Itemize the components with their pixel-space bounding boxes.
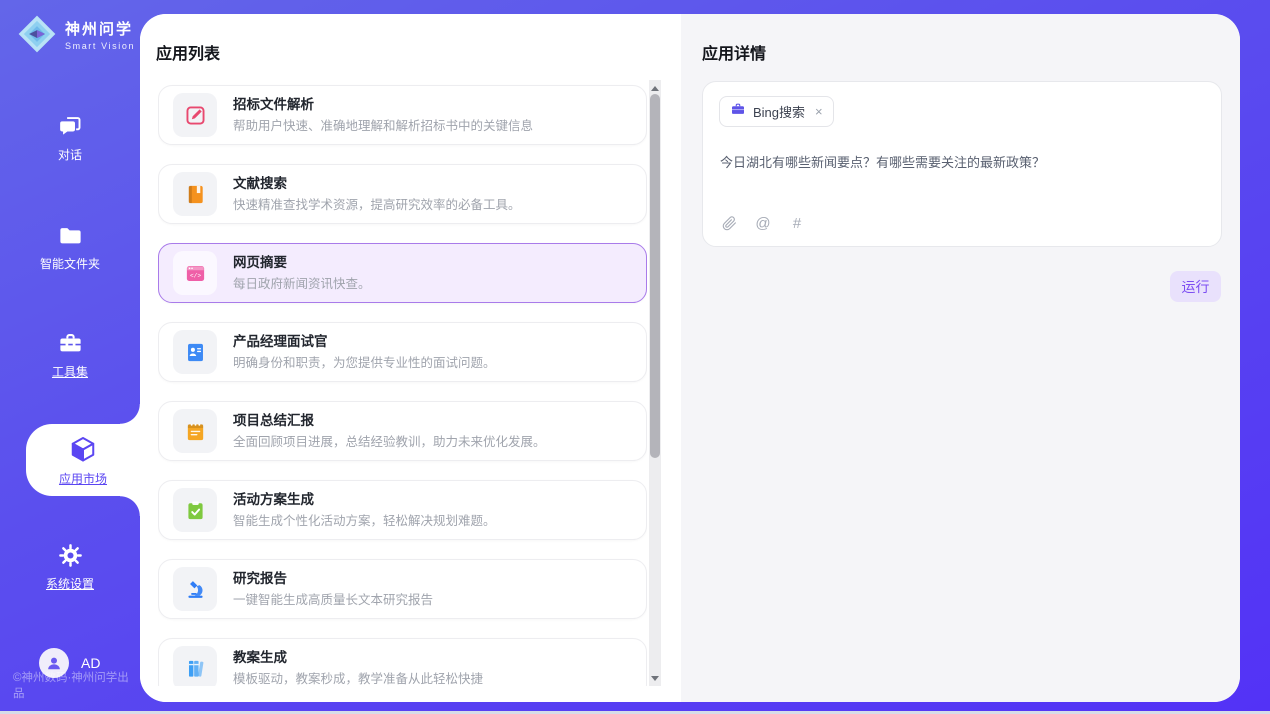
prompt-card: Bing搜索 × 今日湖北有哪些新闻要点？有哪些需要关注的最新政策？ @ # [702, 81, 1222, 247]
app-card-text: 产品经理面试官 明确身份和职责，为您提供专业性的面试问题。 [233, 335, 496, 369]
folder-icon [57, 222, 84, 249]
app-card[interactable]: 文献搜索 快速精准查找学术资源，提高研究效率的必备工具。 [158, 164, 647, 224]
sidebar-item-chat[interactable]: 对话 [0, 113, 140, 163]
app-card[interactable]: </> 网页摘要 每日政府新闻资讯快查。 [158, 243, 647, 303]
paperclip-icon[interactable] [720, 214, 738, 232]
app-card-text: 教案生成 模板驱动，教案秒成，教学准备从此轻松快捷 [233, 651, 483, 685]
app-card-text: 项目总结汇报 全面回顾项目进展，总结经验教训，助力未来优化发展。 [233, 414, 546, 448]
scroll-thumb[interactable] [650, 94, 660, 458]
at-mention-icon[interactable]: @ [754, 214, 772, 232]
browser-code-icon: </> [173, 251, 217, 295]
toolbox-icon [57, 330, 84, 357]
app-card[interactable]: 招标文件解析 帮助用户快速、准确地理解和解析招标书中的关键信息 [158, 85, 647, 145]
brand-title: 神州问学 [65, 18, 135, 39]
run-button[interactable]: 运行 [1170, 271, 1221, 302]
app-card-title: 项目总结汇报 [233, 414, 546, 428]
app-card-text: 活动方案生成 智能生成个性化活动方案，轻松解决规划难题。 [233, 493, 496, 527]
app-card-desc: 模板驱动，教案秒成，教学准备从此轻松快捷 [233, 673, 483, 686]
app-card[interactable]: 教案生成 模板驱动，教案秒成，教学准备从此轻松快捷 [158, 638, 647, 686]
input-toolbar: @ # [720, 214, 806, 232]
cube-icon [68, 434, 98, 464]
app-card-title: 活动方案生成 [233, 493, 496, 507]
scrollbar[interactable] [649, 80, 661, 686]
app-window: 神州问学 Smart Vision 对话智能文件夹 工具集 应用市场 系统设置 [0, 0, 1270, 714]
chat-icon [57, 113, 84, 140]
book-icon [173, 172, 217, 216]
app-card-title: 教案生成 [233, 651, 483, 665]
app-card-text: 网页摘要 每日政府新闻资讯快查。 [233, 256, 371, 290]
resume-icon [173, 330, 217, 374]
app-card-text: 研究报告 一键智能生成高质量长文本研究报告 [233, 572, 433, 606]
clipboard-check-icon [173, 488, 217, 532]
app-card-desc: 快速精准查找学术资源，提高研究效率的必备工具。 [233, 199, 521, 212]
query-text[interactable]: 今日湖北有哪些新闻要点？有哪些需要关注的最新政策？ [720, 152, 1205, 171]
sidebar-item-cube[interactable]: 应用市场 [26, 424, 140, 496]
books-icon [173, 646, 217, 686]
app-card-title: 研究报告 [233, 572, 433, 586]
copyright-footer: ©神州数码·神州问学出品 [13, 669, 140, 701]
notepad-icon [173, 409, 217, 453]
content-panel: 应用列表 招标文件解析 帮助用户快速、准确地理解和解析招标书中的关键信息 文献搜… [140, 14, 1240, 702]
app-card-desc: 全面回顾项目进展，总结经验教训，助力未来优化发展。 [233, 436, 546, 449]
sidebar-item-folder[interactable]: 智能文件夹 [0, 222, 140, 272]
sidebar-item-label: 系统设置 [46, 575, 94, 592]
app-card-title: 文献搜索 [233, 177, 521, 191]
app-card-text: 文献搜索 快速精准查找学术资源，提高研究效率的必备工具。 [233, 177, 521, 211]
briefcase-icon [730, 101, 746, 122]
app-card-title: 招标文件解析 [233, 98, 533, 112]
app-card-desc: 明确身份和职责，为您提供专业性的面试问题。 [233, 357, 496, 370]
app-card[interactable]: 活动方案生成 智能生成个性化活动方案，轻松解决规划难题。 [158, 480, 647, 540]
scroll-down-arrow[interactable] [649, 672, 661, 684]
app-card-title: 网页摘要 [233, 256, 371, 270]
sidebar-item-gear[interactable]: 系统设置 [0, 542, 140, 592]
sidebar-item-toolbox[interactable]: 工具集 [0, 330, 140, 380]
brand-logo: 神州问学 Smart Vision [16, 13, 135, 55]
app-card-desc: 每日政府新闻资讯快查。 [233, 278, 371, 291]
app-card-desc: 一键智能生成高质量长文本研究报告 [233, 594, 433, 607]
sidebar-item-label: 智能文件夹 [40, 255, 100, 272]
sidebar-item-label: 工具集 [52, 363, 88, 380]
gear-icon [57, 542, 84, 569]
sidebar: 神州问学 Smart Vision 对话智能文件夹 工具集 应用市场 系统设置 [0, 0, 140, 714]
app-card[interactable]: 项目总结汇报 全面回顾项目进展，总结经验教训，助力未来优化发展。 [158, 401, 647, 461]
svg-text:</>: </> [189, 272, 200, 279]
sidebar-item-label: 对话 [58, 146, 82, 163]
app-detail-pane: 应用详情 Bing搜索 × 今日湖北有哪些新闻要点？有哪些需要关注的最新政策？ … [681, 14, 1240, 702]
app-card[interactable]: 产品经理面试官 明确身份和职责，为您提供专业性的面试问题。 [158, 322, 647, 382]
app-list-scroll-area: 招标文件解析 帮助用户快速、准确地理解和解析招标书中的关键信息 文献搜索 快速精… [158, 80, 647, 686]
chip-close-icon[interactable]: × [815, 104, 823, 119]
scroll-up-arrow[interactable] [649, 82, 661, 94]
sidebar-item-label: 应用市场 [59, 470, 107, 487]
app-card-desc: 帮助用户快速、准确地理解和解析招标书中的关键信息 [233, 120, 533, 133]
app-card[interactable]: 研究报告 一键智能生成高质量长文本研究报告 [158, 559, 647, 619]
app-list-title: 应用列表 [156, 40, 220, 64]
brand-subtitle: Smart Vision [65, 41, 135, 51]
hash-tag-icon[interactable]: # [788, 214, 806, 232]
app-card-title: 产品经理面试官 [233, 335, 496, 349]
app-detail-title: 应用详情 [702, 40, 766, 64]
pen-square-icon [173, 93, 217, 137]
diamond-logo-icon [16, 13, 58, 55]
app-card-text: 招标文件解析 帮助用户快速、准确地理解和解析招标书中的关键信息 [233, 98, 533, 132]
app-card-desc: 智能生成个性化活动方案，轻松解决规划难题。 [233, 515, 496, 528]
app-list-pane: 应用列表 招标文件解析 帮助用户快速、准确地理解和解析招标书中的关键信息 文献搜… [140, 14, 681, 702]
tool-chip-bing-search[interactable]: Bing搜索 × [719, 96, 834, 127]
microscope-icon [173, 567, 217, 611]
tool-chip-label: Bing搜索 [753, 102, 805, 121]
